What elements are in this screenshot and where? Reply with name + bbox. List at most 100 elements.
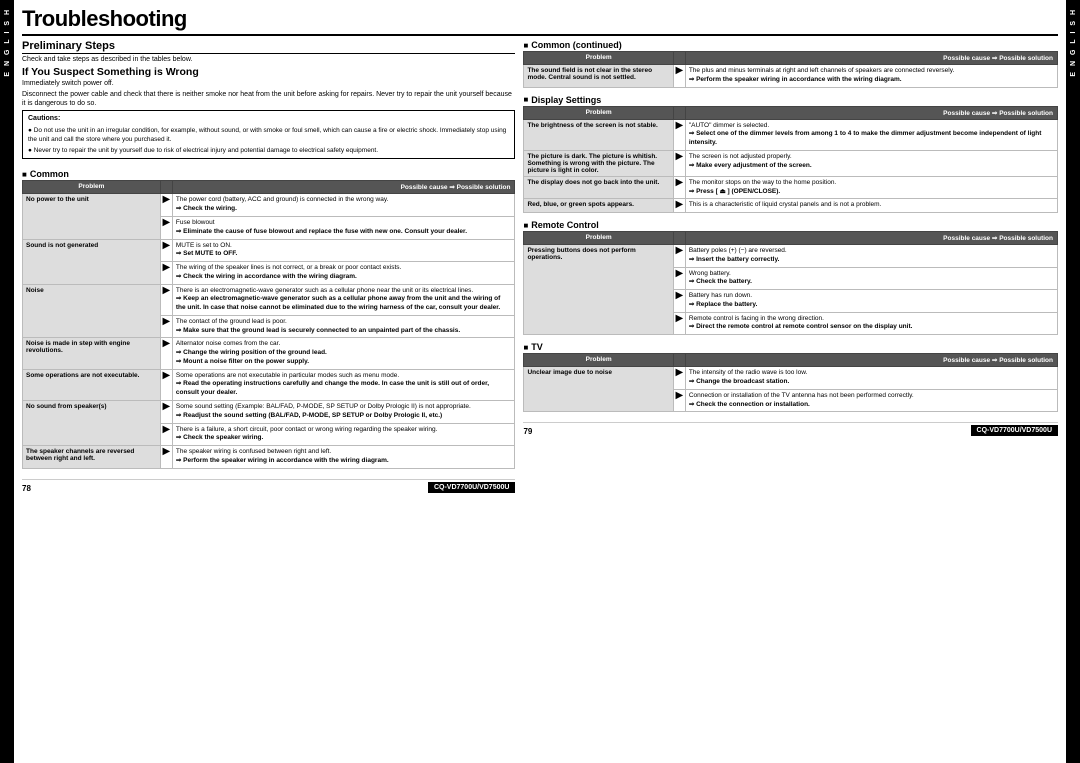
solution-cell: "AUTO" dimmer is selected. ⇒ Select one …: [685, 119, 1057, 150]
solution-cell: Fuse blowout ⇒ Eliminate the cause of fu…: [172, 216, 515, 239]
remote-control-section: Remote Control Problem Possible cause ⇒ …: [523, 220, 1058, 335]
display-settings-table: Problem Possible cause ⇒ Possible soluti…: [523, 106, 1058, 214]
solution-cell: The plus and minus terminals at right an…: [685, 65, 1057, 88]
preliminary-intro: Check and take steps as described in the…: [22, 55, 515, 64]
main-content: Troubleshooting Preliminary Steps Check …: [14, 0, 1066, 763]
solution-cell: There is an electromagnetic-wave generat…: [172, 284, 515, 315]
arrow-cell: ▶: [673, 150, 685, 176]
caution-title: Cautions:: [28, 114, 509, 124]
right-model-number: CQ-VD7700U/VD7500U: [971, 425, 1058, 436]
table-row: The brightness of the screen is not stab…: [524, 119, 1058, 150]
common-section-title: Common: [22, 169, 515, 179]
arrow-cell: ▶: [673, 176, 685, 199]
problem-cell: Noise is made in step with engine revolu…: [23, 338, 161, 369]
display-settings-title: Display Settings: [523, 95, 1058, 105]
problem-cell: Sound is not generated: [23, 239, 161, 284]
arrow-cell: ▶: [160, 315, 172, 338]
problem-cell: Unclear image due to noise: [524, 367, 673, 412]
table-row: Noise is made in step with engine revolu…: [23, 338, 515, 369]
cc-header-problem: Problem: [524, 52, 673, 65]
table-row: Noise ▶ There is an electromagnetic-wave…: [23, 284, 515, 315]
preliminary-title: Preliminary Steps: [22, 40, 515, 54]
remote-control-table: Problem Possible cause ⇒ Possible soluti…: [523, 231, 1058, 335]
suspect-text1: Immediately switch power off.: [22, 79, 515, 88]
caution-item-2: ● Never try to repair the unit by yourse…: [28, 146, 509, 155]
header-arrow-spacer: [160, 181, 172, 194]
problem-cell: The speaker channels are reversed betwee…: [23, 446, 161, 469]
arrow-cell: ▶: [673, 367, 685, 390]
tv-arrow-spacer: [673, 354, 685, 367]
solution-cell: Battery poles (+) (−) are reversed. ⇒ In…: [685, 245, 1057, 268]
common-continued-table: Problem Possible cause ⇒ Possible soluti…: [523, 51, 1058, 88]
tv-section-title: TV: [523, 342, 1058, 352]
tv-table: Problem Possible cause ⇒ Possible soluti…: [523, 353, 1058, 412]
right-side-tab: E N G L I S H: [1066, 0, 1080, 763]
problem-cell: The sound field is not clear in the ster…: [524, 65, 673, 88]
problem-cell: No sound from speaker(s): [23, 401, 161, 446]
left-column: Preliminary Steps Check and take steps a…: [22, 40, 515, 759]
solution-cell: The intensity of the radio wave is too l…: [685, 367, 1057, 390]
table-row: Pressing buttons does not perform operat…: [524, 245, 1058, 268]
right-page-number: 79: [523, 427, 532, 436]
solution-cell: The screen is not adjusted properly. ⇒ M…: [685, 150, 1057, 176]
solution-cell: Wrong battery. ⇒ Check the battery.: [685, 267, 1057, 290]
arrow-cell: ▶: [160, 423, 172, 446]
cc-arrow-spacer: [673, 52, 685, 65]
ds-arrow-spacer: [673, 106, 685, 119]
preliminary-section: Preliminary Steps Check and take steps a…: [22, 40, 515, 162]
page-title: Troubleshooting: [22, 6, 187, 32]
arrow-cell: ▶: [160, 401, 172, 424]
solution-cell: Alternator noise comes from the car. ⇒ C…: [172, 338, 515, 369]
tv-header: Problem Possible cause ⇒ Possible soluti…: [524, 354, 1058, 367]
common-table: Problem Possible cause ⇒ Possible soluti…: [22, 180, 515, 468]
rc-header-solution: Possible cause ⇒ Possible solution: [685, 232, 1057, 245]
rc-header-problem: Problem: [524, 232, 673, 245]
solution-cell: Connection or installation of the TV ant…: [685, 389, 1057, 412]
arrow-cell: ▶: [673, 312, 685, 335]
solution-cell: The wiring of the speaker lines is not c…: [172, 262, 515, 285]
problem-cell: Red, blue, or green spots appears.: [524, 199, 673, 213]
table-row: No power to the unit ▶ The power cord (b…: [23, 194, 515, 217]
solution-cell: MUTE is set to ON. ⇒ Set MUTE to OFF.: [172, 239, 515, 262]
display-header: Problem Possible cause ⇒ Possible soluti…: [524, 106, 1058, 119]
title-bar: Troubleshooting: [22, 6, 1058, 36]
table-row: The sound field is not clear in the ster…: [524, 65, 1058, 88]
solution-cell: Some operations are not executable in pa…: [172, 369, 515, 400]
header-problem: Problem: [23, 181, 161, 194]
problem-cell: Noise: [23, 284, 161, 338]
rc-header: Problem Possible cause ⇒ Possible soluti…: [524, 232, 1058, 245]
display-settings-section: Display Settings Problem Possible cause …: [523, 95, 1058, 214]
table-row: Unclear image due to noise ▶ The intensi…: [524, 367, 1058, 390]
arrow-cell: ▶: [673, 119, 685, 150]
tv-section: TV Problem Possible cause ⇒ Possible sol…: [523, 342, 1058, 412]
right-page-footer: 79 CQ-VD7700U/VD7500U: [523, 422, 1058, 436]
problem-cell: The display does not go back into the un…: [524, 176, 673, 199]
arrow-cell: ▶: [160, 284, 172, 315]
arrow-cell: ▶: [673, 290, 685, 313]
left-page-number: 78: [22, 484, 31, 493]
common-continued-section: Common (continued) Problem Possible caus…: [523, 40, 1058, 88]
left-side-tab: E N G L I S H: [0, 0, 14, 763]
problem-cell: The brightness of the screen is not stab…: [524, 119, 673, 150]
arrow-cell: ▶: [160, 262, 172, 285]
table-row: The speaker channels are reversed betwee…: [23, 446, 515, 469]
arrow-cell: ▶: [160, 216, 172, 239]
arrow-cell: ▶: [673, 389, 685, 412]
arrow-cell: ▶: [673, 245, 685, 268]
common-continued-title: Common (continued): [523, 40, 1058, 50]
solution-cell: There is a failure, a short circuit, poo…: [172, 423, 515, 446]
left-page-footer: 78 CQ-VD7700U/VD7500U: [22, 479, 515, 493]
arrow-cell: ▶: [673, 199, 685, 213]
ds-header-solution: Possible cause ⇒ Possible solution: [685, 106, 1057, 119]
left-model-number: CQ-VD7700U/VD7500U: [428, 482, 515, 493]
solution-cell: Battery has run down. ⇒ Replace the batt…: [685, 290, 1057, 313]
table-row: Red, blue, or green spots appears. ▶ Thi…: [524, 199, 1058, 213]
right-column: Common (continued) Problem Possible caus…: [523, 40, 1058, 759]
table-row: The picture is dark. The picture is whit…: [524, 150, 1058, 176]
arrow-cell: ▶: [673, 267, 685, 290]
remote-control-title: Remote Control: [523, 220, 1058, 230]
solution-cell: The monitor stops on the way to the home…: [685, 176, 1057, 199]
problem-cell: Pressing buttons does not perform operat…: [524, 245, 673, 335]
common-section: Common Problem Possible cause ⇒ Possible…: [22, 169, 515, 468]
suspect-title: If You Suspect Something is Wrong: [22, 66, 515, 78]
